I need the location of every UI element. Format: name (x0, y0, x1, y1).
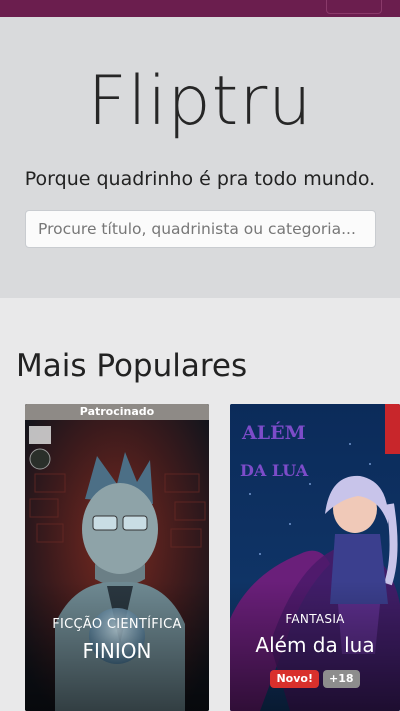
comic-card-alem-da-lua[interactable]: ALÉM DA LUA FANTASIA Além da lua Novo! +… (230, 404, 400, 711)
comic-category: FICÇÃO CIENTÍFICA (52, 617, 182, 632)
badge-group: Novo! +18 (230, 670, 400, 688)
comic-category: FANTASIA (285, 612, 345, 626)
svg-text:ALÉM: ALÉM (241, 421, 306, 444)
comic-title: FINION (82, 639, 152, 663)
badge-age-rating: +18 (322, 670, 360, 688)
comic-card-finion[interactable]: Patrocinado FICÇÃO CIENTÍFICA FINION (25, 404, 209, 711)
comic-title: Além da lua (255, 633, 375, 657)
badge-new: Novo! (270, 670, 319, 688)
brand-title: Fliptru (87, 62, 313, 141)
sponsored-label: Patrocinado (25, 404, 209, 420)
search-input[interactable] (25, 210, 376, 248)
hero-section (0, 17, 400, 298)
hamburger-menu-icon[interactable] (326, 0, 382, 14)
top-navbar (0, 0, 400, 17)
svg-text:DA LUA: DA LUA (240, 461, 309, 480)
cover-ribbon (385, 404, 400, 454)
tagline: Porque quadrinho é pra todo mundo. (24, 168, 376, 190)
section-title-popular: Mais Populares (16, 348, 248, 384)
